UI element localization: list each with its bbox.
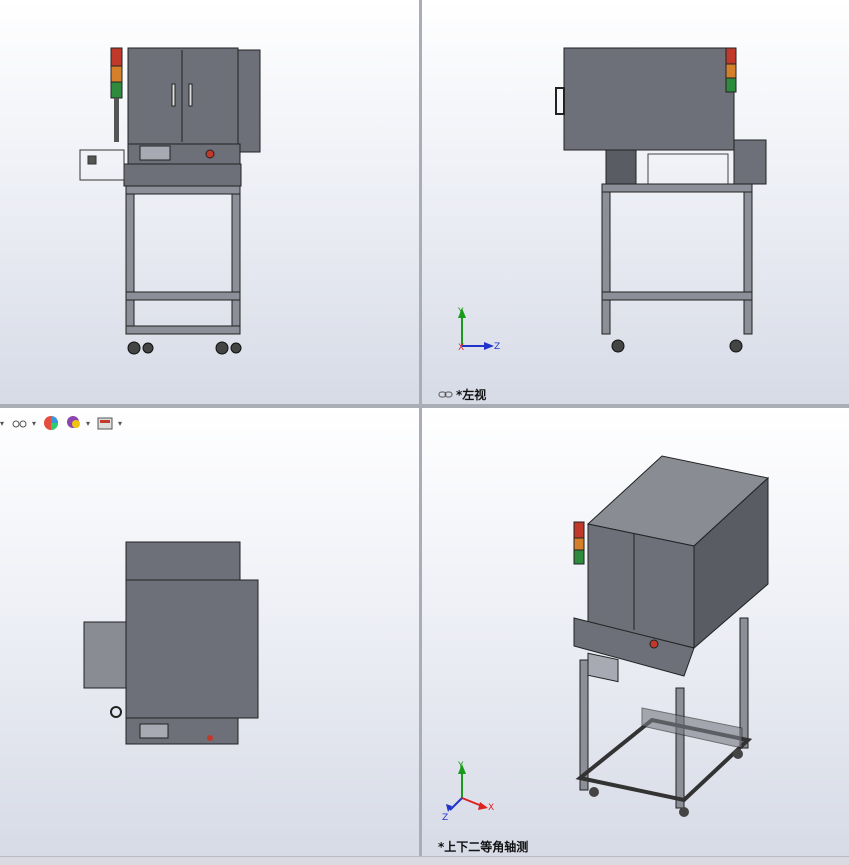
cabinet-top xyxy=(83,541,259,745)
signal-tower xyxy=(725,47,737,93)
isometric-drawing: Y X Z xyxy=(442,455,770,823)
axis-z-label: Z xyxy=(494,342,500,352)
front-view-drawing xyxy=(79,47,261,355)
side-bracket xyxy=(79,149,125,181)
view-name-isometric: *上下二等角轴测 xyxy=(438,840,529,854)
viewport-isometric[interactable]: Y X Z *上下二等角轴测 xyxy=(422,408,849,856)
axis-x-label: X xyxy=(488,803,494,813)
viewport-left-view[interactable]: Y Z X *左视 xyxy=(422,0,849,404)
axis-x-label: X xyxy=(458,343,464,353)
signal-tower xyxy=(573,521,585,565)
axis-triad: Y Z X xyxy=(457,307,500,353)
signal-tower xyxy=(110,47,123,142)
cabinet xyxy=(573,455,770,683)
axis-y-label: Y xyxy=(457,307,464,317)
stand-frame xyxy=(601,183,753,335)
view-name-left: *左视 xyxy=(456,388,487,402)
axis-triad: Y X Z xyxy=(442,761,494,823)
viewport-splitter-horizontal[interactable] xyxy=(0,404,849,408)
viewport-top-view[interactable]: ▾ ▾ ▾ ▾ xyxy=(0,408,419,856)
top-view-drawing xyxy=(83,541,259,745)
viewport-front[interactable] xyxy=(0,0,419,404)
viewport-splitter-vertical[interactable] xyxy=(419,0,422,856)
casters xyxy=(127,341,242,355)
cabinet xyxy=(123,47,261,187)
stand-frame xyxy=(125,185,241,335)
viewport-label: *左视 xyxy=(438,386,486,403)
axis-y-label: Y xyxy=(457,761,464,771)
axis-z-label: Z xyxy=(442,813,448,823)
left-view-drawing: Y Z X xyxy=(457,47,767,353)
casters xyxy=(611,339,743,353)
link-views-icon xyxy=(438,391,453,398)
